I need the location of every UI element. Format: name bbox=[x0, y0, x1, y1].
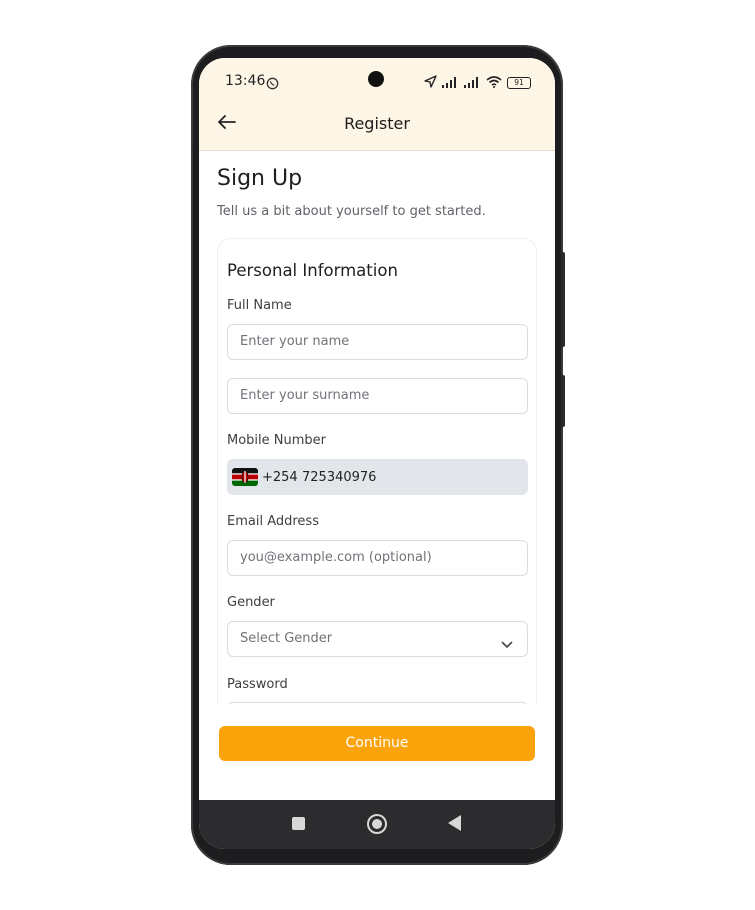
password-input[interactable] bbox=[227, 702, 528, 704]
personal-info-card: Personal Information Full Name Enter you… bbox=[217, 238, 537, 704]
status-icons: 91 bbox=[424, 73, 531, 92]
kenya-flag-icon[interactable] bbox=[232, 468, 258, 486]
gender-select[interactable]: Select Gender bbox=[227, 621, 528, 657]
front-camera bbox=[368, 71, 384, 87]
chevron-down-icon bbox=[501, 634, 513, 653]
mobile-number-value: 725340976 bbox=[302, 470, 377, 485]
country-code: +254 bbox=[262, 470, 298, 485]
mobile-label: Mobile Number bbox=[227, 433, 326, 448]
email-input[interactable]: you@example.com (optional) bbox=[227, 540, 528, 576]
power-button bbox=[561, 375, 565, 427]
signal-icon bbox=[442, 73, 459, 92]
signup-heading: Sign Up bbox=[217, 166, 303, 191]
signal-icon bbox=[464, 73, 481, 92]
whatsapp-icon bbox=[266, 75, 279, 94]
signup-subheading: Tell us a bit about yourself to get star… bbox=[217, 204, 486, 219]
nav-recents-icon[interactable] bbox=[292, 817, 305, 830]
android-nav-bar bbox=[199, 800, 555, 849]
email-placeholder: you@example.com (optional) bbox=[240, 550, 432, 565]
battery-icon: 91 bbox=[507, 76, 531, 89]
screen: 13:46 91 Register Sign Up Tell us a bit … bbox=[199, 58, 555, 849]
full-name-label: Full Name bbox=[227, 298, 292, 313]
gender-label: Gender bbox=[227, 595, 275, 610]
app-header: 13:46 91 Register bbox=[199, 58, 555, 151]
first-name-placeholder: Enter your name bbox=[240, 334, 350, 349]
nav-back-icon[interactable] bbox=[448, 815, 461, 831]
section-title: Personal Information bbox=[227, 261, 398, 280]
mobile-number-input[interactable]: +254 725340976 bbox=[227, 459, 528, 495]
continue-button[interactable]: Continue bbox=[219, 726, 535, 761]
status-time: 13:46 bbox=[225, 73, 266, 89]
password-label: Password bbox=[227, 677, 288, 692]
email-label: Email Address bbox=[227, 514, 319, 529]
page-title: Register bbox=[344, 114, 410, 133]
surname-placeholder: Enter your surname bbox=[240, 388, 370, 403]
first-name-input[interactable]: Enter your name bbox=[227, 324, 528, 360]
gender-value: Select Gender bbox=[240, 631, 333, 646]
volume-button bbox=[561, 252, 565, 347]
nav-home-icon[interactable] bbox=[367, 814, 387, 834]
scroll-content[interactable]: Sign Up Tell us a bit about yourself to … bbox=[199, 151, 555, 704]
wifi-icon bbox=[486, 73, 502, 92]
battery-level: 91 bbox=[514, 77, 524, 87]
location-icon bbox=[424, 73, 437, 92]
surname-input[interactable]: Enter your surname bbox=[227, 378, 528, 414]
